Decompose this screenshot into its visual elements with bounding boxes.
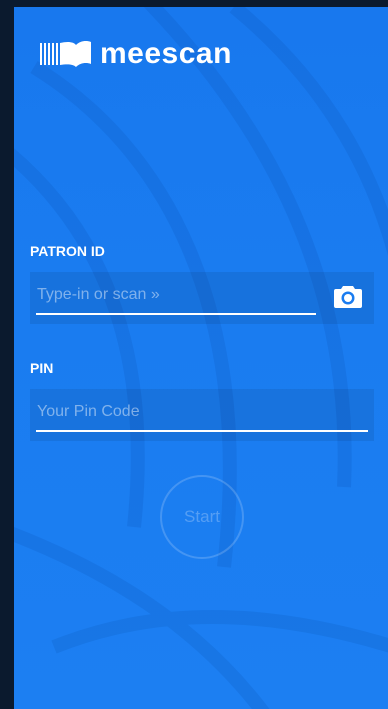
brand-logo: meescan xyxy=(40,37,232,71)
start-button[interactable]: Start xyxy=(160,475,244,559)
patron-id-underline xyxy=(36,313,316,315)
pin-underline xyxy=(36,430,368,432)
patron-id-field xyxy=(30,272,374,324)
camera-icon[interactable] xyxy=(334,284,362,308)
pin-field xyxy=(30,389,374,441)
pin-label: PIN xyxy=(30,360,54,376)
background-pattern xyxy=(14,7,388,709)
brand-name: meescan xyxy=(100,37,232,70)
login-screen: meescan PATRON ID PIN Start xyxy=(14,7,388,709)
patron-id-label: PATRON ID xyxy=(30,243,105,259)
pin-input[interactable] xyxy=(36,397,356,427)
book-scan-logo-icon xyxy=(40,41,91,67)
patron-id-input[interactable] xyxy=(36,280,306,310)
